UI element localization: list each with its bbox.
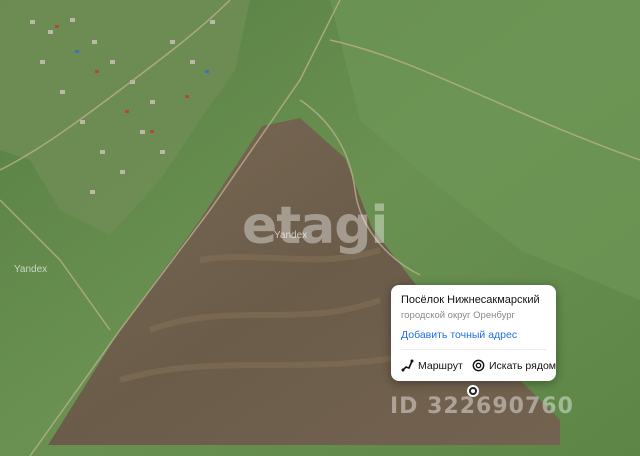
place-card: Посёлок Нижнесакмарский городской округ … <box>391 285 556 381</box>
place-title: Посёлок Нижнесакмарский <box>401 294 540 306</box>
divider <box>401 349 546 350</box>
location-marker-icon[interactable] <box>467 385 479 397</box>
search-nearby-label: Искать рядом <box>489 359 557 372</box>
route-button[interactable]: Маршрут <box>401 359 463 372</box>
route-label: Маршрут <box>418 359 463 372</box>
search-nearby-button[interactable]: Искать рядом <box>472 359 556 372</box>
watermark: etagi <box>242 196 388 256</box>
route-icon <box>401 359 414 372</box>
search-nearby-icon <box>472 359 485 372</box>
map-provider-label: Yandex <box>14 264 48 275</box>
place-subtitle: городской округ Оренбург <box>401 310 515 321</box>
listing-id: ID 322690760 <box>390 394 574 419</box>
add-address-link[interactable]: Добавить точный адрес <box>401 329 517 341</box>
map-provider-label: Yandex <box>274 230 308 241</box>
satellite-map[interactable]: etagi ID 322690760 Yandex Yandex Посёлок… <box>0 0 640 456</box>
